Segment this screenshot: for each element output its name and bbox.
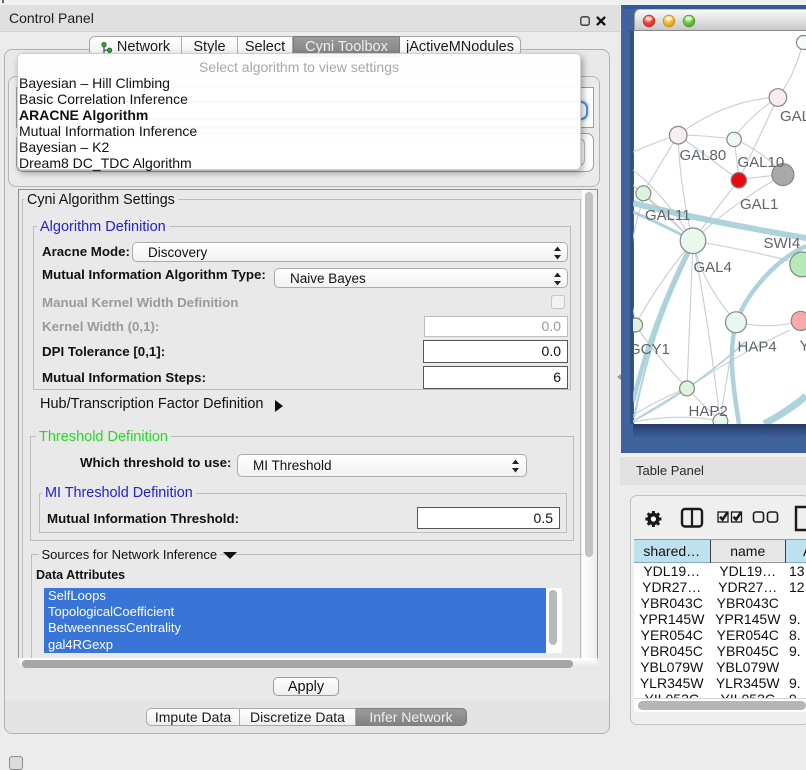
svg-text:GAL11: GAL11 — [645, 207, 691, 224]
svg-text:HAP2: HAP2 — [689, 403, 728, 420]
svg-text:GCY1: GCY1 — [633, 341, 670, 358]
svg-text:GAL10: GAL10 — [738, 154, 785, 171]
svg-text:HAP4: HAP4 — [738, 339, 777, 356]
svg-text:GAL4: GAL4 — [694, 259, 732, 276]
svg-text:SWI4: SWI4 — [764, 235, 801, 252]
svg-text:GAL7: GAL7 — [780, 108, 806, 125]
svg-text:GAL80: GAL80 — [680, 147, 727, 164]
svg-text:YJ: YJ — [800, 338, 806, 355]
svg-text:GAL1: GAL1 — [740, 196, 778, 213]
